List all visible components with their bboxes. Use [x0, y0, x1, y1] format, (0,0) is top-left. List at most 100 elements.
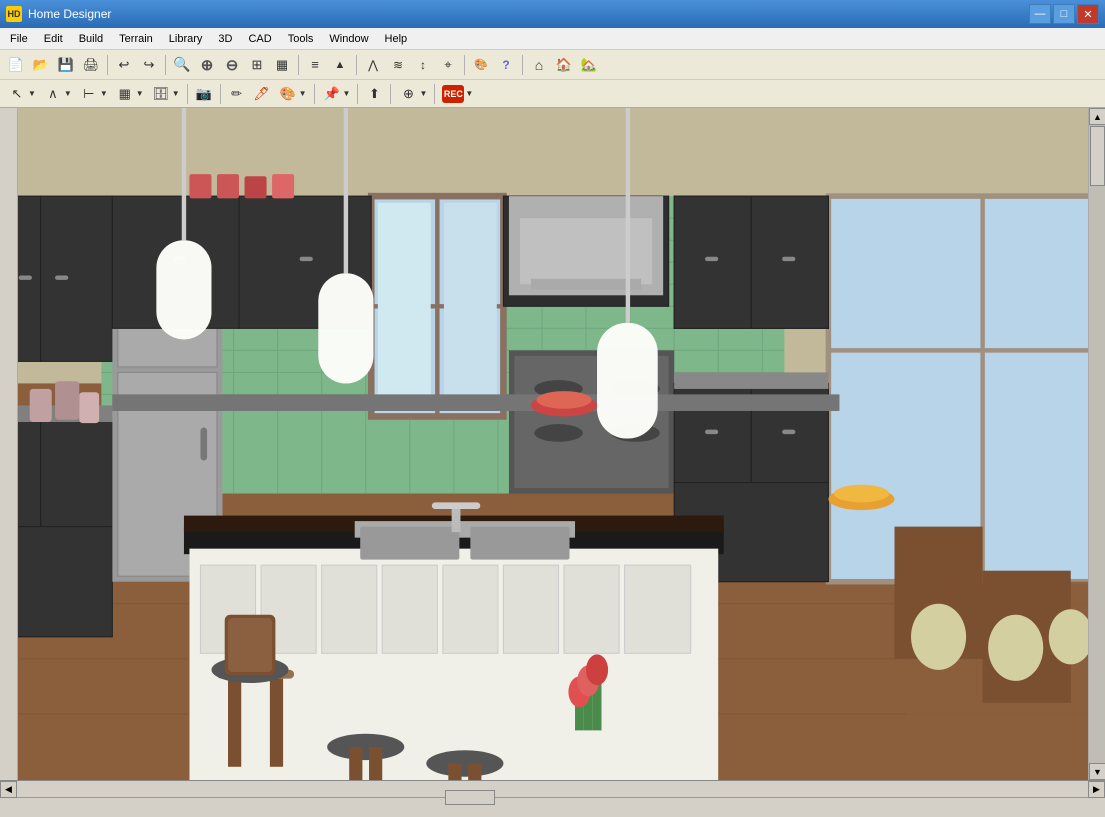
help-btn[interactable]: ? [494, 53, 518, 77]
close-button[interactable]: ✕ [1077, 4, 1099, 24]
bottom-scrollbar: ◀ ▶ [0, 780, 1105, 797]
polyline-dropdown-arrow: ▼ [64, 89, 72, 98]
room-dropdown-arrow: ▼ [136, 89, 144, 98]
scroll-right-arrow[interactable]: ▶ [1088, 781, 1105, 798]
app-title: Home Designer [28, 7, 111, 21]
sep-t2-2 [220, 84, 221, 104]
elev-button[interactable]: ↕ [411, 53, 435, 77]
roof-button[interactable]: ⋀ [361, 53, 385, 77]
room-dropdown[interactable]: ▦ ▼ [112, 82, 147, 106]
zoom-in-button[interactable]: ⊕ [195, 53, 219, 77]
layers-button[interactable]: ≡ [303, 53, 327, 77]
scroll-left-arrow[interactable]: ◀ [0, 781, 17, 798]
menu-bar: File Edit Build Terrain Library 3D CAD T… [0, 28, 1105, 50]
place-dropdown[interactable]: 📌 ▼ [319, 82, 354, 106]
select-icon: ↖ [7, 84, 27, 104]
cabinet-dropdown-arrow: ▼ [172, 89, 180, 98]
menu-help[interactable]: Help [377, 31, 416, 47]
kitchen-scene [18, 108, 1088, 780]
record-icon: REC [442, 85, 464, 103]
menu-tools[interactable]: Tools [280, 31, 322, 47]
polyline-icon: ∧ [43, 84, 63, 104]
menu-edit[interactable]: Edit [36, 31, 71, 47]
print-button[interactable]: 🖨 [79, 53, 103, 77]
menu-terrain[interactable]: Terrain [111, 31, 161, 47]
minimize-button[interactable]: — [1029, 4, 1051, 24]
sep4 [356, 55, 357, 75]
paint2-button[interactable]: 🖊 [250, 82, 274, 106]
sep3 [298, 55, 299, 75]
sep-t2-3 [314, 84, 315, 104]
new-button[interactable]: 📄 [4, 53, 28, 77]
undo-button[interactable]: ↩ [112, 53, 136, 77]
material-button[interactable]: 🎨 [469, 53, 493, 77]
title-bar: HD Home Designer — □ ✕ [0, 0, 1105, 28]
sep2 [165, 55, 166, 75]
main-area: ▲ ▼ [0, 108, 1105, 780]
menu-build[interactable]: Build [71, 31, 111, 47]
record-dropdown-arrow: ▼ [465, 89, 473, 98]
material2-dropdown-arrow: ▼ [299, 89, 307, 98]
wall-dropdown[interactable]: ⊢ ▼ [76, 82, 111, 106]
fit-button[interactable]: ⊞ [245, 53, 269, 77]
menu-3d[interactable]: 3D [210, 31, 240, 47]
sep6 [522, 55, 523, 75]
menu-library[interactable]: Library [161, 31, 211, 47]
floor-button[interactable]: ▲ [328, 53, 352, 77]
wall-icon: ⊢ [79, 84, 99, 104]
title-controls: — □ ✕ [1029, 4, 1099, 24]
arrow-up-button[interactable]: ⬆ [362, 82, 386, 106]
fit2-button[interactable]: ▦ [270, 53, 294, 77]
pencil-button[interactable]: ✏ [225, 82, 249, 106]
sep5 [464, 55, 465, 75]
wall-dropdown-arrow: ▼ [100, 89, 108, 98]
scroll-up-arrow[interactable]: ▲ [1089, 108, 1105, 125]
menu-file[interactable]: File [2, 31, 36, 47]
sep1 [107, 55, 108, 75]
scroll-thumb[interactable] [1090, 126, 1105, 186]
open-button[interactable]: 📂 [29, 53, 53, 77]
zoom-search-button[interactable]: 🔍 [170, 53, 194, 77]
sep-t2-1 [187, 84, 188, 104]
cabinet-icon: 🗄 [151, 84, 171, 104]
scroll-down-arrow[interactable]: ▼ [1089, 763, 1105, 780]
status-bar [0, 797, 1105, 817]
select-dropdown[interactable]: ↖ ▼ [4, 82, 39, 106]
toolbar1: 📄 📂 💾 🖨 ↩ ↪ 🔍 ⊕ ⊖ ⊞ ▦ ≡ ▲ ⋀ ≋ ↕ ⌖ 🎨 ? ⌂ … [0, 50, 1105, 80]
room-icon: ▦ [115, 84, 135, 104]
transform-icon: ⊕ [398, 84, 418, 104]
transform-dropdown-arrow: ▼ [419, 89, 427, 98]
stairs-button[interactable]: ≋ [386, 53, 410, 77]
place-icon: 📌 [322, 84, 342, 104]
scroll-track[interactable] [1089, 125, 1105, 763]
menu-window[interactable]: Window [321, 31, 376, 47]
polyline-dropdown[interactable]: ∧ ▼ [40, 82, 75, 106]
material2-icon: 🎨 [278, 84, 298, 104]
zoom-out-button[interactable]: ⊖ [220, 53, 244, 77]
select-dropdown-arrow: ▼ [28, 89, 36, 98]
sep-t2-5 [390, 84, 391, 104]
place-dropdown-arrow: ▼ [343, 89, 351, 98]
camera2-button[interactable]: 📷 [192, 82, 216, 106]
cam-button[interactable]: ⌖ [436, 53, 460, 77]
record-dropdown[interactable]: REC ▼ [439, 82, 476, 106]
menu-cad[interactable]: CAD [240, 31, 279, 47]
house3-button[interactable]: 🏡 [577, 53, 601, 77]
material2-dropdown[interactable]: 🎨 ▼ [275, 82, 310, 106]
sep-t2-4 [357, 84, 358, 104]
toolbar2: ↖ ▼ ∧ ▼ ⊢ ▼ ▦ ▼ 🗄 ▼ 📷 ✏ 🖊 🎨 ▼ 📌 ▼ ⬆ ⊕ ▼ … [0, 80, 1105, 108]
h-scroll-thumb[interactable] [445, 790, 495, 805]
transform-dropdown[interactable]: ⊕ ▼ [395, 82, 430, 106]
viewport[interactable] [18, 108, 1088, 780]
cabinet-dropdown[interactable]: 🗄 ▼ [148, 82, 183, 106]
house1-button[interactable]: ⌂ [527, 53, 551, 77]
save-button[interactable]: 💾 [54, 53, 78, 77]
app-icon: HD [6, 6, 22, 22]
house2-button[interactable]: 🏠 [552, 53, 576, 77]
sep-t2-6 [434, 84, 435, 104]
maximize-button[interactable]: □ [1053, 4, 1075, 24]
title-left: HD Home Designer [6, 6, 111, 22]
left-panel [0, 108, 18, 780]
right-scrollbar: ▲ ▼ [1088, 108, 1105, 780]
redo-button[interactable]: ↪ [137, 53, 161, 77]
